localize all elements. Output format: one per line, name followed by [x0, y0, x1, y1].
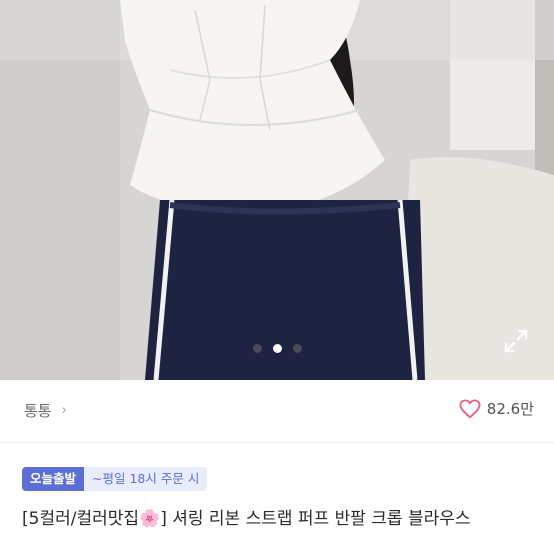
heart-icon	[459, 398, 481, 418]
seller-link[interactable]: 통통 ›	[24, 400, 67, 421]
chevron-right-icon: ›	[61, 403, 67, 418]
carousel-dot-active[interactable]	[272, 344, 282, 353]
today-shipping-badge: 오늘출발	[22, 467, 85, 491]
delivery-badge: 오늘출발 ~평일 18시 주문 시	[22, 467, 208, 491]
flower-emoji-icon: 🌸	[139, 509, 161, 529]
seller-name: 통통	[24, 402, 52, 420]
shipping-condition-badge: ~평일 18시 주문 시	[84, 467, 208, 491]
like-button[interactable]: 82.6만	[459, 398, 534, 419]
seller-row: 통통 › 82.6만	[0, 380, 554, 443]
product-title: [5컬러/컬러맛집🌸] 셔링 리본 스트랩 퍼프 반팔 크롭 블라우스	[22, 505, 532, 533]
title-suffix: ] 셔링 리본 스트랩 퍼프 반팔 크롭 블라우스	[160, 509, 471, 529]
product-image[interactable]	[0, 0, 554, 380]
expand-icon	[504, 329, 528, 353]
carousel-indicator	[0, 344, 554, 356]
product-photo	[0, 0, 554, 380]
like-count: 82.6만	[486, 400, 534, 418]
carousel-dot[interactable]	[252, 344, 262, 353]
carousel-dot[interactable]	[292, 344, 302, 353]
expand-button[interactable]	[503, 328, 529, 354]
title-prefix: [5컬러/컬러맛집	[22, 509, 140, 529]
